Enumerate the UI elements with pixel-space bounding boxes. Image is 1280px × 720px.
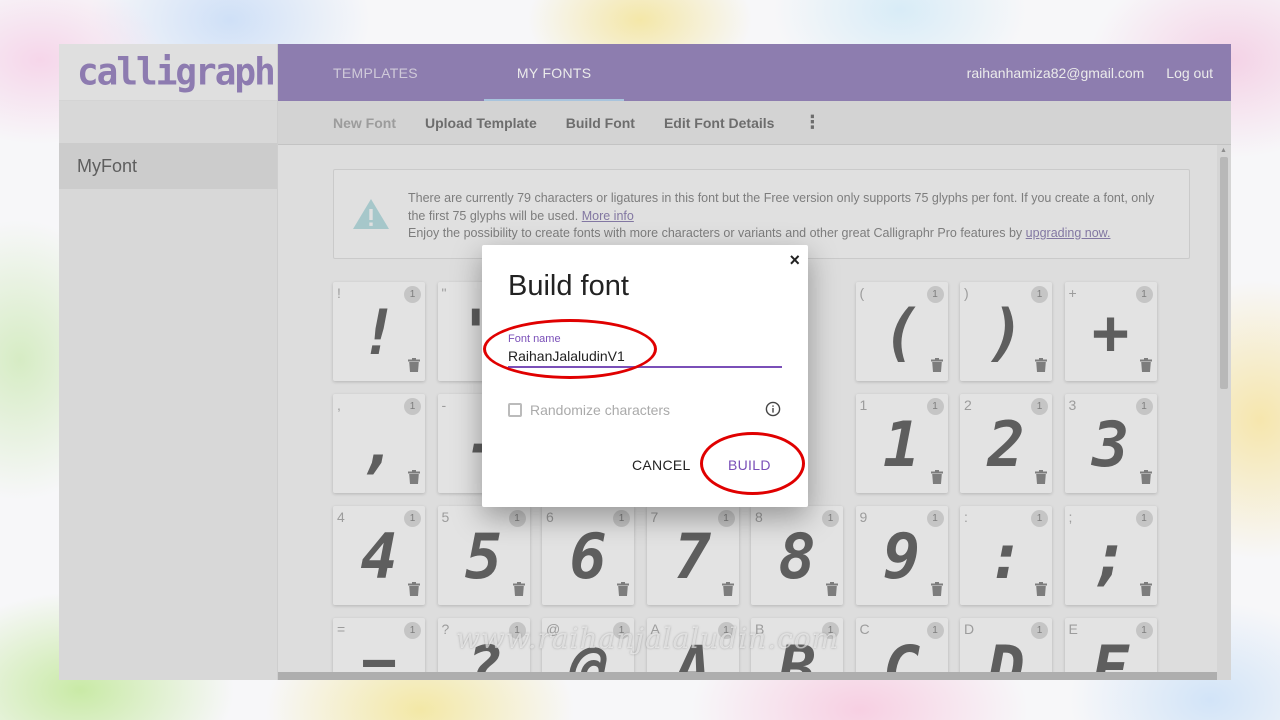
cancel-button[interactable]: CANCEL	[632, 457, 691, 473]
annotation-circle-build	[700, 432, 805, 495]
dialog-title: Build font	[508, 270, 629, 302]
watermark: www.raihanjalaludin.com	[456, 622, 840, 655]
close-icon[interactable]: ×	[789, 250, 800, 271]
randomize-label: Randomize characters	[530, 402, 671, 418]
randomize-option[interactable]: Randomize characters	[508, 402, 670, 418]
info-icon[interactable]	[765, 401, 781, 422]
annotation-circle-font-name	[483, 319, 657, 379]
randomize-checkbox[interactable]	[508, 403, 522, 417]
